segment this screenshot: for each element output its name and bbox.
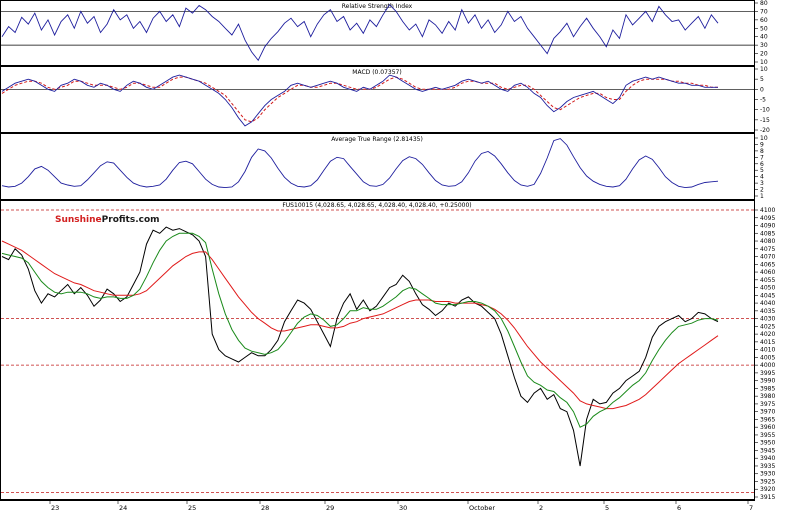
price-ytick-label: 3940: [760, 455, 775, 462]
atr-title: Average True Range (2.81435): [331, 136, 423, 143]
price-ytick-label: 3985: [760, 385, 775, 392]
price-ytick-label: 4025: [760, 323, 775, 330]
rsi-ytick-label: 70: [760, 8, 768, 15]
price-ytick-label: 3995: [760, 370, 775, 377]
price-ytick-label: 3950: [760, 440, 775, 447]
price-ytick-label: 4100: [760, 207, 775, 214]
price-ytick-label: 4040: [760, 300, 775, 307]
price-panel-frame: [0, 200, 755, 500]
macd-ytick-label: -5: [760, 97, 766, 104]
x-tick-label: 24: [119, 504, 127, 512]
price-ytick-label: 4005: [760, 354, 775, 361]
price-ytick-label: 4050: [760, 285, 775, 292]
rsi-ytick-label: 50: [760, 25, 768, 32]
rsi-ytick-label: 30: [760, 42, 768, 49]
macd-ytick-label: 10: [760, 66, 768, 73]
price-ytick-label: 4000: [760, 362, 775, 369]
price-ytick-label: 4080: [760, 238, 775, 245]
price-ytick-label: 4010: [760, 347, 775, 354]
x-tick-label: October: [469, 504, 495, 512]
x-tick-label: 2: [539, 504, 543, 512]
price-ytick-label: 4075: [760, 246, 775, 253]
rsi-ytick-label: 60: [760, 17, 768, 24]
rsi-ytick-label: 40: [760, 34, 768, 41]
x-tick-label: 23: [51, 504, 59, 512]
rsi-ytick-label: 20: [760, 51, 768, 58]
x-tick-label: 30: [399, 504, 407, 512]
macd-ytick-label: -15: [760, 117, 770, 124]
price-ytick-label: 4070: [760, 254, 775, 261]
price-ytick-label: 4055: [760, 277, 775, 284]
price-ytick-label: 3960: [760, 424, 775, 431]
price-ytick-label: 3935: [760, 463, 775, 470]
price-ytick-label: 4065: [760, 261, 775, 268]
price-ytick-label: 3945: [760, 447, 775, 454]
macd-ytick-label: 0: [760, 86, 764, 93]
watermark-part2: Profits.com: [102, 215, 160, 225]
price-ytick-label: 3920: [760, 486, 775, 493]
price-ytick-label: 4020: [760, 331, 775, 338]
chart-root: Relative Strength Index MACD (0.07357) A…: [0, 0, 800, 512]
price-ytick-label: 3930: [760, 471, 775, 478]
price-ytick-label: 3975: [760, 401, 775, 408]
price-ytick-label: 4045: [760, 292, 775, 299]
rsi-title: Relative Strength Index: [342, 3, 413, 10]
rsi-ytick-label: 10: [760, 59, 768, 66]
price-ytick-label: 3980: [760, 393, 775, 400]
watermark-part1: Sunshine: [55, 215, 102, 225]
price-ytick-label: 4030: [760, 316, 775, 323]
macd-ytick-label: -20: [760, 127, 770, 134]
atr-panel-frame: [0, 133, 755, 200]
price-ytick-label: 3955: [760, 432, 775, 439]
rsi-ytick-label: 80: [760, 0, 768, 7]
price-ytick-label: 4015: [760, 339, 775, 346]
atr-ytick-label: 1: [760, 193, 764, 200]
price-ytick-label: 3965: [760, 416, 775, 423]
price-ytick-label: 4035: [760, 308, 775, 315]
macd-panel-frame: [0, 66, 755, 133]
price-ytick-label: 4085: [760, 230, 775, 237]
price-ytick-label: 3925: [760, 478, 775, 485]
price-ytick-label: 3970: [760, 409, 775, 416]
watermark-text: SunshineProfits.com: [55, 215, 160, 225]
x-tick-label: 7: [749, 504, 753, 512]
price-ytick-label: 4095: [760, 215, 775, 222]
price-ytick-label: 4060: [760, 269, 775, 276]
price-ytick-label: 4090: [760, 223, 775, 230]
macd-ytick-label: 5: [760, 76, 764, 83]
price-title: FUS10015 (4,028.65, 4,028.65, 4,028.40, …: [282, 202, 471, 209]
x-tick-label: 5: [605, 504, 609, 512]
x-tick-label: 25: [188, 504, 196, 512]
x-tick-label: 28: [261, 504, 269, 512]
price-ytick-label: 3990: [760, 378, 775, 385]
macd-ytick-label: -10: [760, 107, 770, 114]
macd-title: MACD (0.07357): [352, 69, 401, 76]
price-ytick-label: 3915: [760, 494, 775, 501]
x-tick-label: 29: [326, 504, 334, 512]
chart-canvas: Relative Strength Index MACD (0.07357) A…: [0, 0, 775, 512]
x-tick-label: 6: [677, 504, 681, 512]
